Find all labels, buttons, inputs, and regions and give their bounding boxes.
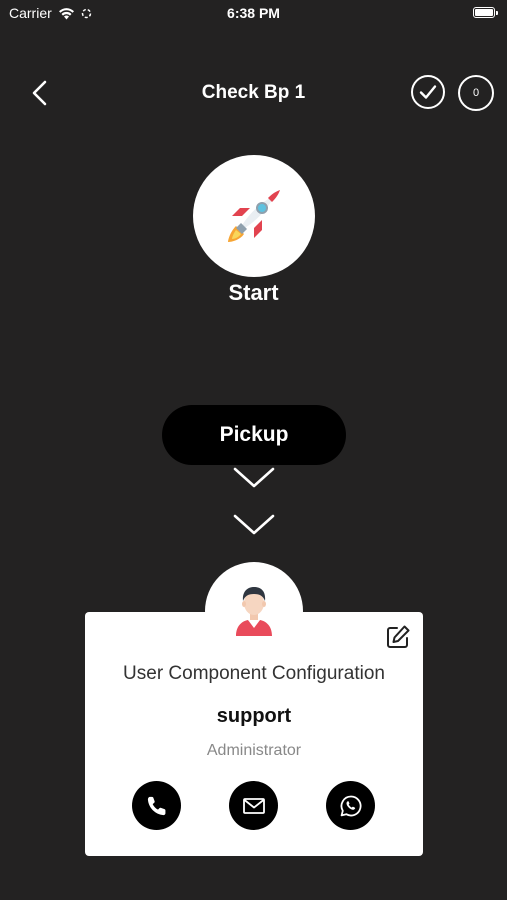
whatsapp-icon — [340, 795, 361, 816]
call-button[interactable] — [132, 781, 181, 830]
phone-icon — [147, 796, 165, 815]
header: Check Bp 1 0 — [0, 70, 507, 116]
status-time: 6:38 PM — [227, 5, 280, 21]
edit-button[interactable] — [385, 624, 411, 650]
check-circle-icon — [419, 85, 437, 99]
count-badge-button[interactable]: 0 — [458, 75, 494, 111]
whatsapp-button[interactable] — [326, 781, 375, 830]
user-name: support — [216, 705, 292, 727]
user-avatar-icon — [236, 587, 272, 636]
start-label: Start — [228, 280, 279, 305]
status-bar: Carrier 6:38 PM — [0, 0, 507, 28]
user-role: Administrator — [206, 742, 302, 759]
email-button[interactable] — [229, 781, 278, 830]
chevron-down-icon — [233, 514, 275, 535]
start-node[interactable] — [193, 155, 315, 277]
edit-icon — [387, 625, 410, 648]
chevron-down-icon — [233, 467, 275, 488]
rocket-icon — [228, 190, 280, 242]
card-title: User Component Configuration — [123, 663, 385, 684]
battery-icon — [473, 7, 498, 18]
pickup-step-button[interactable]: Pickup — [162, 405, 346, 465]
mail-icon — [242, 797, 265, 814]
user-avatar — [205, 562, 303, 660]
complete-button[interactable] — [411, 75, 445, 109]
